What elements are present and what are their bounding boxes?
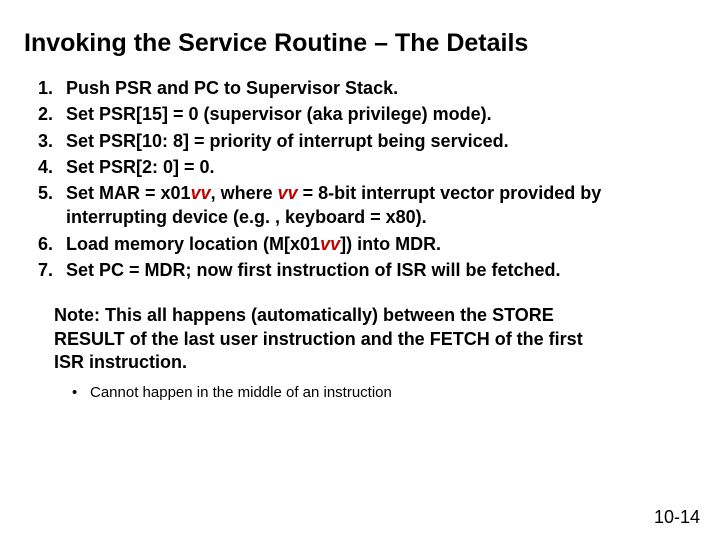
step-item: Set PSR[2: 0] = 0. xyxy=(58,155,696,179)
slide-title: Invoking the Service Routine – The Detai… xyxy=(24,28,696,58)
step-text: ]) into MDR. xyxy=(340,234,441,254)
step-item: Set MAR = x01vv, where vv = 8-bit interr… xyxy=(58,181,696,230)
step-text: Set PSR[2: 0] = 0. xyxy=(66,157,215,177)
step-text: , where xyxy=(211,183,278,203)
step-item: Set PSR[10: 8] = priority of interrupt b… xyxy=(58,129,696,153)
step-text: Set PSR[15] = 0 (supervisor (aka privile… xyxy=(66,104,492,124)
sub-list: Cannot happen in the middle of an instru… xyxy=(72,383,614,403)
step-item: Set PC = MDR; now first instruction of I… xyxy=(58,258,696,282)
step-text: Push PSR and PC to Supervisor Stack. xyxy=(66,78,398,98)
step-item: Set PSR[15] = 0 (supervisor (aka privile… xyxy=(58,102,696,126)
note-block: Note: This all happens (automatically) b… xyxy=(54,304,614,402)
step-text: Load memory location (M[x01 xyxy=(66,234,320,254)
sub-text: Cannot happen in the middle of an instru… xyxy=(90,384,392,401)
step-item: Load memory location (M[x01vv]) into MDR… xyxy=(58,232,696,256)
step-text: Set PSR[10: 8] = priority of interrupt b… xyxy=(66,131,509,151)
steps-list: Push PSR and PC to Supervisor Stack. Set… xyxy=(30,76,696,282)
step-text: Set MAR = x01 xyxy=(66,183,191,203)
vv-span: vv xyxy=(278,183,298,203)
page-number: 10-14 xyxy=(654,507,700,528)
sub-item: Cannot happen in the middle of an instru… xyxy=(72,383,614,403)
step-item: Push PSR and PC to Supervisor Stack. xyxy=(58,76,696,100)
vv-span: vv xyxy=(320,234,340,254)
step-text: Set PC = MDR; now first instruction of I… xyxy=(66,260,561,280)
note-text: Note: This all happens (automatically) b… xyxy=(54,305,583,372)
vv-span: vv xyxy=(191,183,211,203)
